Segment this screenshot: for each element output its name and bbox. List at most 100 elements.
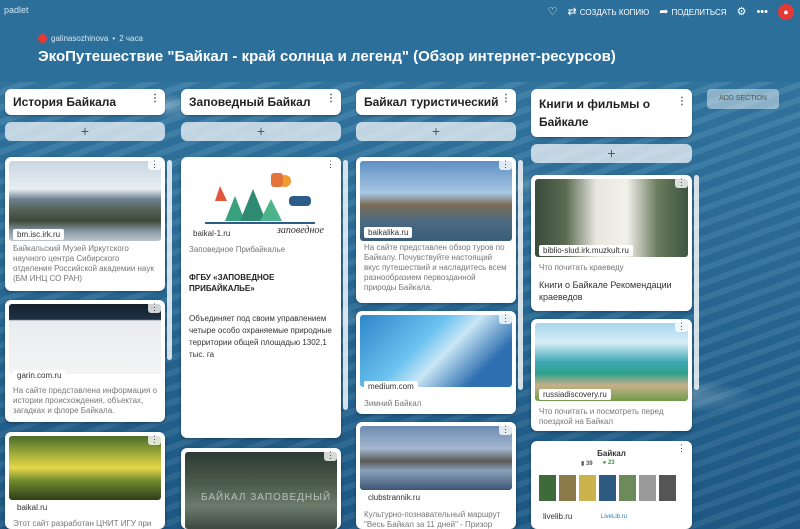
card-menu-icon[interactable]: ⋮ xyxy=(148,302,161,313)
card-description: Этот сайт разработан ЦНИТ ИГУ при xyxy=(13,519,152,528)
share-button[interactable]: ➦ ПОДЕЛИТЬСЯ xyxy=(659,6,726,18)
card-menu-icon[interactable]: ⋮ xyxy=(499,313,512,324)
card-image xyxy=(360,426,512,490)
page-title: ЭкоПутешествие "Байкал - край солнца и л… xyxy=(38,48,616,65)
add-post-button[interactable]: + xyxy=(5,122,165,141)
card-menu-icon[interactable]: ⋮ xyxy=(675,321,688,332)
card-image xyxy=(185,452,337,529)
add-post-button[interactable]: + xyxy=(356,122,516,141)
book-cover[interactable] xyxy=(599,475,616,501)
post-card[interactable]: ⋮ bm.isc.irk.ru Байкальский Музей Иркутс… xyxy=(5,157,165,291)
card-image xyxy=(9,304,161,374)
column-menu-icon[interactable]: ⋮ xyxy=(326,93,336,104)
post-card[interactable]: ⋮ biblio-slud.irk.muzkult.ru Что почитат… xyxy=(531,175,692,311)
card-url[interactable]: baikalika.ru xyxy=(364,227,413,238)
card-menu-icon[interactable]: ⋮ xyxy=(675,177,688,188)
column-scrollbar[interactable] xyxy=(343,160,348,410)
post-card[interactable]: ⋮ Байкал ▮ 39 ● 23 livelib.ru LiveLib.ru xyxy=(531,441,692,529)
stat-books: ▮ 39 xyxy=(581,461,593,467)
copy-button[interactable]: ⇄ СОЗДАТЬ КОПИЮ xyxy=(567,5,650,18)
add-post-button[interactable]: + xyxy=(531,144,692,163)
column-menu-icon[interactable]: ⋮ xyxy=(150,93,160,104)
reserve-logo xyxy=(185,161,337,231)
post-time: 2 часа xyxy=(119,34,143,43)
post-card[interactable]: ⋮ БАЙКАЛ ЗАПОВЕДНЫЙ xyxy=(181,448,341,529)
card-image xyxy=(360,315,512,387)
post-card[interactable]: ⋮ clubstrannik.ru Культурно-познавательн… xyxy=(356,422,516,529)
post-card[interactable]: ⋮ medium.com Зимний Байкал xyxy=(356,311,516,414)
post-card[interactable]: ⋮ заповедное baikal-1.ru Заповедное Приб… xyxy=(181,157,341,438)
card-heading: Книги о Байкале Рекомендации краеведов xyxy=(539,280,672,302)
separator-dot: • xyxy=(112,34,116,43)
heart-icon[interactable]: ♡ xyxy=(548,6,558,18)
column-reserve: Заповедный Байкал ⋮ + xyxy=(181,89,341,141)
post-card[interactable]: ⋮ baikal.ru Этот сайт разработан ЦНИТ ИГ… xyxy=(5,432,165,529)
card-body: Объединяет под своим управлением четыре … xyxy=(189,314,332,359)
column-books: Книги и фильмы о Байкале ⋮ + xyxy=(531,89,692,163)
column-history: История Байкала ⋮ + xyxy=(5,89,165,141)
card-description: На сайте представлен обзор туров по Байк… xyxy=(364,243,507,292)
add-section-button[interactable]: ADD SECTION xyxy=(707,89,779,109)
card-url[interactable]: garin.com.ru xyxy=(13,370,66,381)
post-card[interactable]: ⋮ garin.com.ru На сайте представлена инф… xyxy=(5,300,165,422)
card-url[interactable]: russiadiscovery.ru xyxy=(539,389,611,400)
card-url[interactable]: baikal.ru xyxy=(13,502,52,513)
column-scrollbar[interactable] xyxy=(694,175,699,390)
card-description: Что почитать и посмотреть перед поездкой… xyxy=(539,407,664,426)
card-description: Зимний Байкал xyxy=(364,399,422,408)
gear-icon[interactable]: ⚙ xyxy=(737,6,747,18)
avatar[interactable]: ● xyxy=(778,4,794,20)
post-card[interactable]: ⋮ baikalika.ru На сайте представлен обзо… xyxy=(356,157,516,303)
column-title[interactable]: Заповедный Байкал ⋮ xyxy=(181,89,341,115)
book-cover[interactable] xyxy=(559,475,576,501)
author-avatar xyxy=(38,34,47,43)
book-covers xyxy=(539,475,676,501)
card-heading: ФГБУ «ЗАПОВЕДНОЕ ПРИБАЙКАЛЬЕ» xyxy=(189,273,275,293)
card-menu-icon[interactable]: ⋮ xyxy=(324,159,337,170)
card-menu-icon[interactable]: ⋮ xyxy=(148,434,161,445)
book-cover[interactable] xyxy=(579,475,596,501)
top-toolbar: ♡ ⇄ СОЗДАТЬ КОПИЮ ➦ ПОДЕЛИТЬСЯ ⚙ ••• ● xyxy=(548,4,794,20)
card-description: На сайте представлена информация о истор… xyxy=(13,386,158,415)
book-cover[interactable] xyxy=(659,475,676,501)
column-menu-icon[interactable]: ⋮ xyxy=(501,93,511,104)
book-cover[interactable] xyxy=(539,475,556,501)
card-description: Байкальский Музей Иркутского научного це… xyxy=(13,244,154,283)
more-icon[interactable]: ••• xyxy=(756,6,768,18)
brand-logo[interactable]: padlet xyxy=(4,5,29,15)
add-post-button[interactable]: + xyxy=(181,122,341,141)
card-menu-icon[interactable]: ⋮ xyxy=(148,159,161,170)
card-description: Культурно-познавательный маршрут "Весь Б… xyxy=(364,510,501,529)
card-menu-icon[interactable]: ⋮ xyxy=(499,159,512,170)
author-name: galinasozhinova xyxy=(51,34,109,43)
card-heading: Байкал xyxy=(597,449,626,458)
card-url[interactable]: medium.com xyxy=(364,381,418,392)
column-title[interactable]: Байкал туристический ⋮ xyxy=(356,89,516,115)
stat-reviews: ● 23 xyxy=(602,460,615,466)
card-url[interactable]: bm.isc.irk.ru xyxy=(13,229,65,240)
column-tourist: Байкал туристический ⋮ + xyxy=(356,89,516,141)
image-overlay-text: БАЙКАЛ ЗАПОВЕДНЫЙ xyxy=(201,492,332,503)
card-url[interactable]: clubstrannik.ru xyxy=(364,492,425,503)
card-menu-icon[interactable]: ⋮ xyxy=(499,424,512,435)
card-url[interactable]: biblio-slud.irk.muzkult.ru xyxy=(539,245,633,256)
author-info: galinasozhinova • 2 часа xyxy=(38,34,143,43)
column-menu-icon[interactable]: ⋮ xyxy=(677,93,687,111)
column-title[interactable]: История Байкала ⋮ xyxy=(5,89,165,115)
card-source: Что почитать краеведу xyxy=(539,263,624,272)
book-cover[interactable] xyxy=(619,475,636,501)
livelib-brand: LiveLib.ru xyxy=(601,514,628,520)
card-url[interactable]: baikal-1.ru xyxy=(189,228,235,239)
header: padlet ♡ ⇄ СОЗДАТЬ КОПИЮ ➦ ПОДЕЛИТЬСЯ ⚙ ••… xyxy=(0,0,800,82)
column-scrollbar[interactable] xyxy=(167,160,172,360)
column-title[interactable]: Книги и фильмы о Байкале ⋮ xyxy=(531,89,692,137)
post-card[interactable]: ⋮ russiadiscovery.ru Что почитать и посм… xyxy=(531,319,692,431)
card-menu-icon[interactable]: ⋮ xyxy=(324,450,337,461)
book-cover[interactable] xyxy=(639,475,656,501)
card-url[interactable]: livelib.ru xyxy=(539,511,577,522)
column-scrollbar[interactable] xyxy=(518,160,523,390)
logo-text: заповедное xyxy=(277,225,324,236)
card-image xyxy=(9,436,161,500)
copy-icon: ⇄ xyxy=(567,5,577,18)
deer-logo-icon xyxy=(205,173,315,224)
